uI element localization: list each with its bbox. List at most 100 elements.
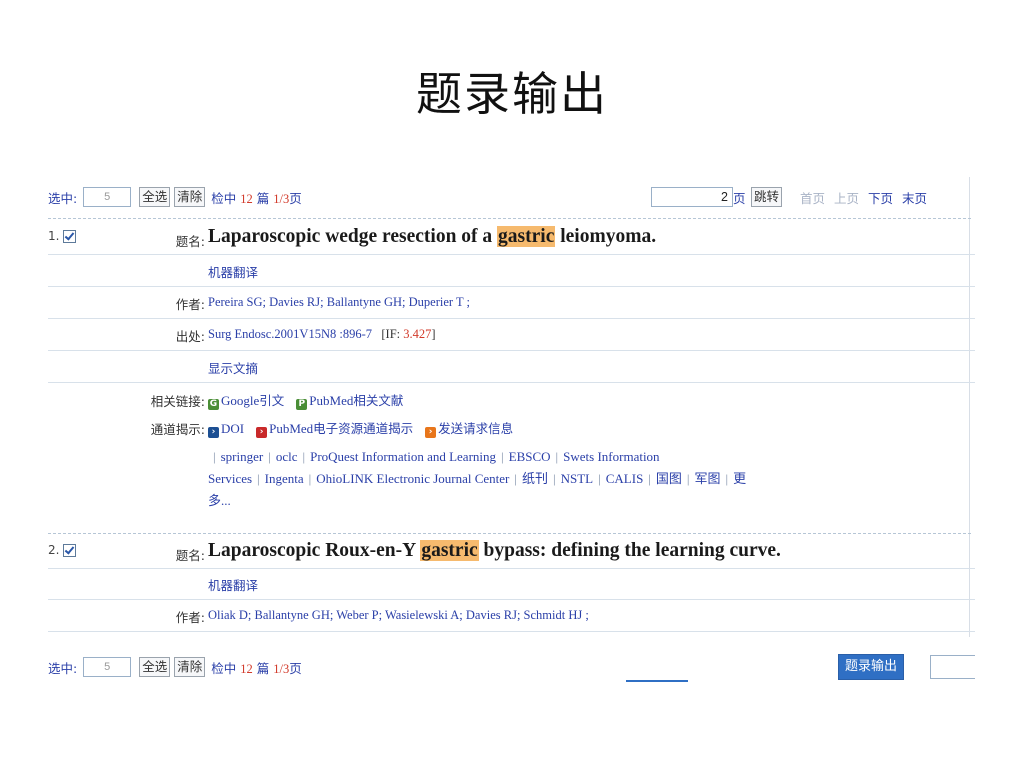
authors-label: 作者: bbox=[175, 610, 205, 625]
channels-row: 通道揭示: › DOI › PubMed电子资源通道揭示 › 发送请求信息 bbox=[48, 411, 975, 441]
title-row: 题名: Laparoscopic wedge resection of a ga… bbox=[48, 223, 975, 255]
select-all-button[interactable]: 全选 bbox=[139, 187, 171, 207]
send-request-label: 发送请求信息 bbox=[438, 421, 514, 436]
google-label: Google bbox=[221, 393, 260, 408]
channel-link[interactable]: ProQuest Information and Learning bbox=[310, 449, 496, 464]
channel-link[interactable]: oclc bbox=[276, 449, 298, 464]
export-citations-button[interactable]: 题录输出 bbox=[838, 654, 905, 680]
channel-separator: | bbox=[514, 471, 517, 486]
google-citation-link[interactable]: G Google引文 bbox=[208, 393, 285, 410]
google-suffix: 引文 bbox=[259, 393, 285, 408]
jump-page-input[interactable]: 2 bbox=[651, 187, 733, 207]
top-toolbar: 选中: 5 全选 清除 检中 12 篇 1/3页 2 页 跳转 首页 上页 下页… bbox=[48, 181, 975, 213]
pubmed-channel-link[interactable]: › PubMed电子资源通道揭示 bbox=[256, 421, 414, 438]
toolbar-separator bbox=[48, 218, 971, 219]
record-title[interactable]: Laparoscopic Roux-en-Y gastric bypass: d… bbox=[208, 540, 953, 562]
arrow-icon: › bbox=[425, 427, 437, 438]
hits-unit: 篇 bbox=[256, 660, 270, 676]
title-text-before: Laparoscopic wedge resection of a bbox=[208, 226, 498, 247]
channel-link[interactable]: NSTL bbox=[561, 471, 594, 486]
select-label: 选中: bbox=[48, 660, 78, 676]
arrow-icon: › bbox=[256, 427, 268, 438]
export-format-select[interactable] bbox=[930, 655, 975, 679]
select-count-input[interactable]: 5 bbox=[83, 657, 132, 677]
channel-link[interactable]: CALIS bbox=[606, 471, 644, 486]
title-label: 题名: bbox=[175, 234, 205, 249]
abstract-row: 显示文摘 bbox=[48, 351, 975, 383]
channel-separator: | bbox=[308, 471, 312, 486]
next-page-link[interactable]: 下页 bbox=[868, 191, 893, 206]
authors-row: 作者: Oliak D; Ballantyne GH; Weber P; Was… bbox=[48, 600, 975, 632]
doi-label: DOI bbox=[221, 421, 245, 436]
send-request-link[interactable]: › 发送请求信息 bbox=[425, 421, 514, 438]
authors-value[interactable]: Oliak D; Ballantyne GH; Weber P; Wasiele… bbox=[208, 608, 953, 623]
channel-link[interactable]: springer bbox=[221, 449, 264, 464]
authors-label: 作者: bbox=[175, 297, 205, 312]
channel-link[interactable]: 军图 bbox=[695, 471, 721, 486]
channel-link[interactable]: 纸刊 bbox=[522, 471, 548, 486]
hits-summary: 检中 12 篇 1/3页 bbox=[211, 188, 301, 207]
search-term-highlight: gastric bbox=[420, 540, 479, 561]
authors-row: 作者: Pereira SG; Davies RJ; Ballantyne GH… bbox=[48, 287, 975, 319]
channel-list-row: | springer | oclc | ProQuest Information and … bbox=[48, 443, 975, 523]
google-icon: G bbox=[208, 399, 219, 410]
record-title[interactable]: Laparoscopic wedge resection of a gastri… bbox=[208, 226, 953, 248]
show-abstract-link[interactable]: 显示文摘 bbox=[208, 358, 953, 377]
related-links-row: 相关链接: G Google引文 P PubMed相关文献 bbox=[48, 383, 975, 411]
channel-list-line-1: | springer | oclc | ProQuest Information and … bbox=[208, 446, 953, 468]
clear-button[interactable]: 清除 bbox=[174, 187, 206, 207]
jump-button[interactable]: 跳转 bbox=[751, 187, 783, 207]
channel-separator: | bbox=[302, 449, 306, 464]
page-unit: 页 bbox=[289, 190, 302, 206]
title-text-after: bypass: defining the learning curve. bbox=[478, 540, 781, 561]
bottom-toolbar: 选中: 5 全选 清除 检中 12 篇 1/3页 题录输出 bbox=[48, 651, 975, 683]
scrollbar-thumb[interactable] bbox=[626, 680, 688, 682]
authors-value[interactable]: Pereira SG; Davies RJ; Ballantyne GH; Du… bbox=[208, 295, 953, 310]
channel-more-link[interactable]: 多... bbox=[208, 490, 953, 512]
page-info: 1/3 bbox=[273, 661, 290, 676]
source-row: 出处: Surg Endosc.2001V15N8 :896-7 [IF: 3.… bbox=[48, 319, 975, 351]
channel-link[interactable]: EBSCO bbox=[509, 449, 551, 464]
pubmed-channel-suffix: 电子资源通道揭示 bbox=[313, 421, 414, 436]
search-term-highlight: gastric bbox=[497, 226, 556, 247]
hits-summary: 检中 12 篇 1/3页 bbox=[211, 658, 301, 677]
hits-count: 12 bbox=[240, 661, 253, 676]
jump-unit: 页 bbox=[733, 190, 746, 206]
channel-link[interactable]: 国图 bbox=[656, 471, 682, 486]
channel-link[interactable]: Ingenta bbox=[265, 471, 304, 486]
channel-separator: | bbox=[268, 449, 271, 464]
machine-translate-link[interactable]: 机器翻译 bbox=[208, 262, 953, 281]
first-page-link: 首页 bbox=[800, 190, 826, 206]
channel-list-line-2: Services | Ingenta | OhioLINK Electronic Jou… bbox=[208, 468, 953, 490]
prev-page-link: 上页 bbox=[834, 190, 860, 206]
related-links-label: 相关链接: bbox=[150, 394, 205, 409]
doi-link[interactable]: › DOI bbox=[208, 421, 245, 438]
search-results-panel: 选中: 5 全选 清除 检中 12 篇 1/3页 2 页 跳转 首页 上页 下页… bbox=[48, 175, 975, 687]
channel-links: › DOI › PubMed电子资源通道揭示 › 发送请求信息 bbox=[208, 418, 953, 438]
last-page-link[interactable]: 末页 bbox=[902, 191, 927, 206]
source-label: 出处: bbox=[175, 329, 205, 344]
result-record-1: 1. 题名: Laparoscopic wedge resection of a… bbox=[48, 223, 975, 533]
impact-factor: 3.427 bbox=[403, 327, 432, 341]
channel-link[interactable]: 更 bbox=[733, 471, 746, 486]
title-label: 题名: bbox=[175, 548, 205, 563]
result-record-2: 2. 题名: Laparoscopic Roux-en-Y gastric by… bbox=[48, 537, 975, 641]
clear-button[interactable]: 清除 bbox=[174, 657, 206, 677]
pubmed-channel-label: PubMed bbox=[269, 421, 314, 436]
select-all-button[interactable]: 全选 bbox=[139, 657, 171, 677]
source-citation[interactable]: Surg Endosc.2001V15N8 :896-7 bbox=[208, 327, 372, 341]
machine-translate-link[interactable]: 机器翻译 bbox=[208, 575, 953, 594]
title-text-before: Laparoscopic Roux-en-Y bbox=[208, 540, 421, 561]
title-row: 题名: Laparoscopic Roux-en-Y gastric bypas… bbox=[48, 537, 975, 569]
select-count-input[interactable]: 5 bbox=[83, 187, 132, 207]
channel-link[interactable]: Swets Information bbox=[563, 449, 659, 464]
pubmed-related-link[interactable]: P PubMed相关文献 bbox=[296, 393, 403, 410]
channel-separator: | bbox=[686, 471, 690, 486]
translate-row: 机器翻译 bbox=[48, 255, 975, 287]
title-text-after: leiomyoma. bbox=[555, 226, 657, 247]
channel-link[interactable]: Services bbox=[208, 471, 252, 486]
related-links: G Google引文 P PubMed相关文献 bbox=[208, 390, 953, 410]
channel-separator: | bbox=[257, 471, 260, 486]
channel-link[interactable]: OhioLINK Electronic Journal Center bbox=[316, 471, 509, 486]
page-info: 1/3 bbox=[273, 191, 290, 206]
